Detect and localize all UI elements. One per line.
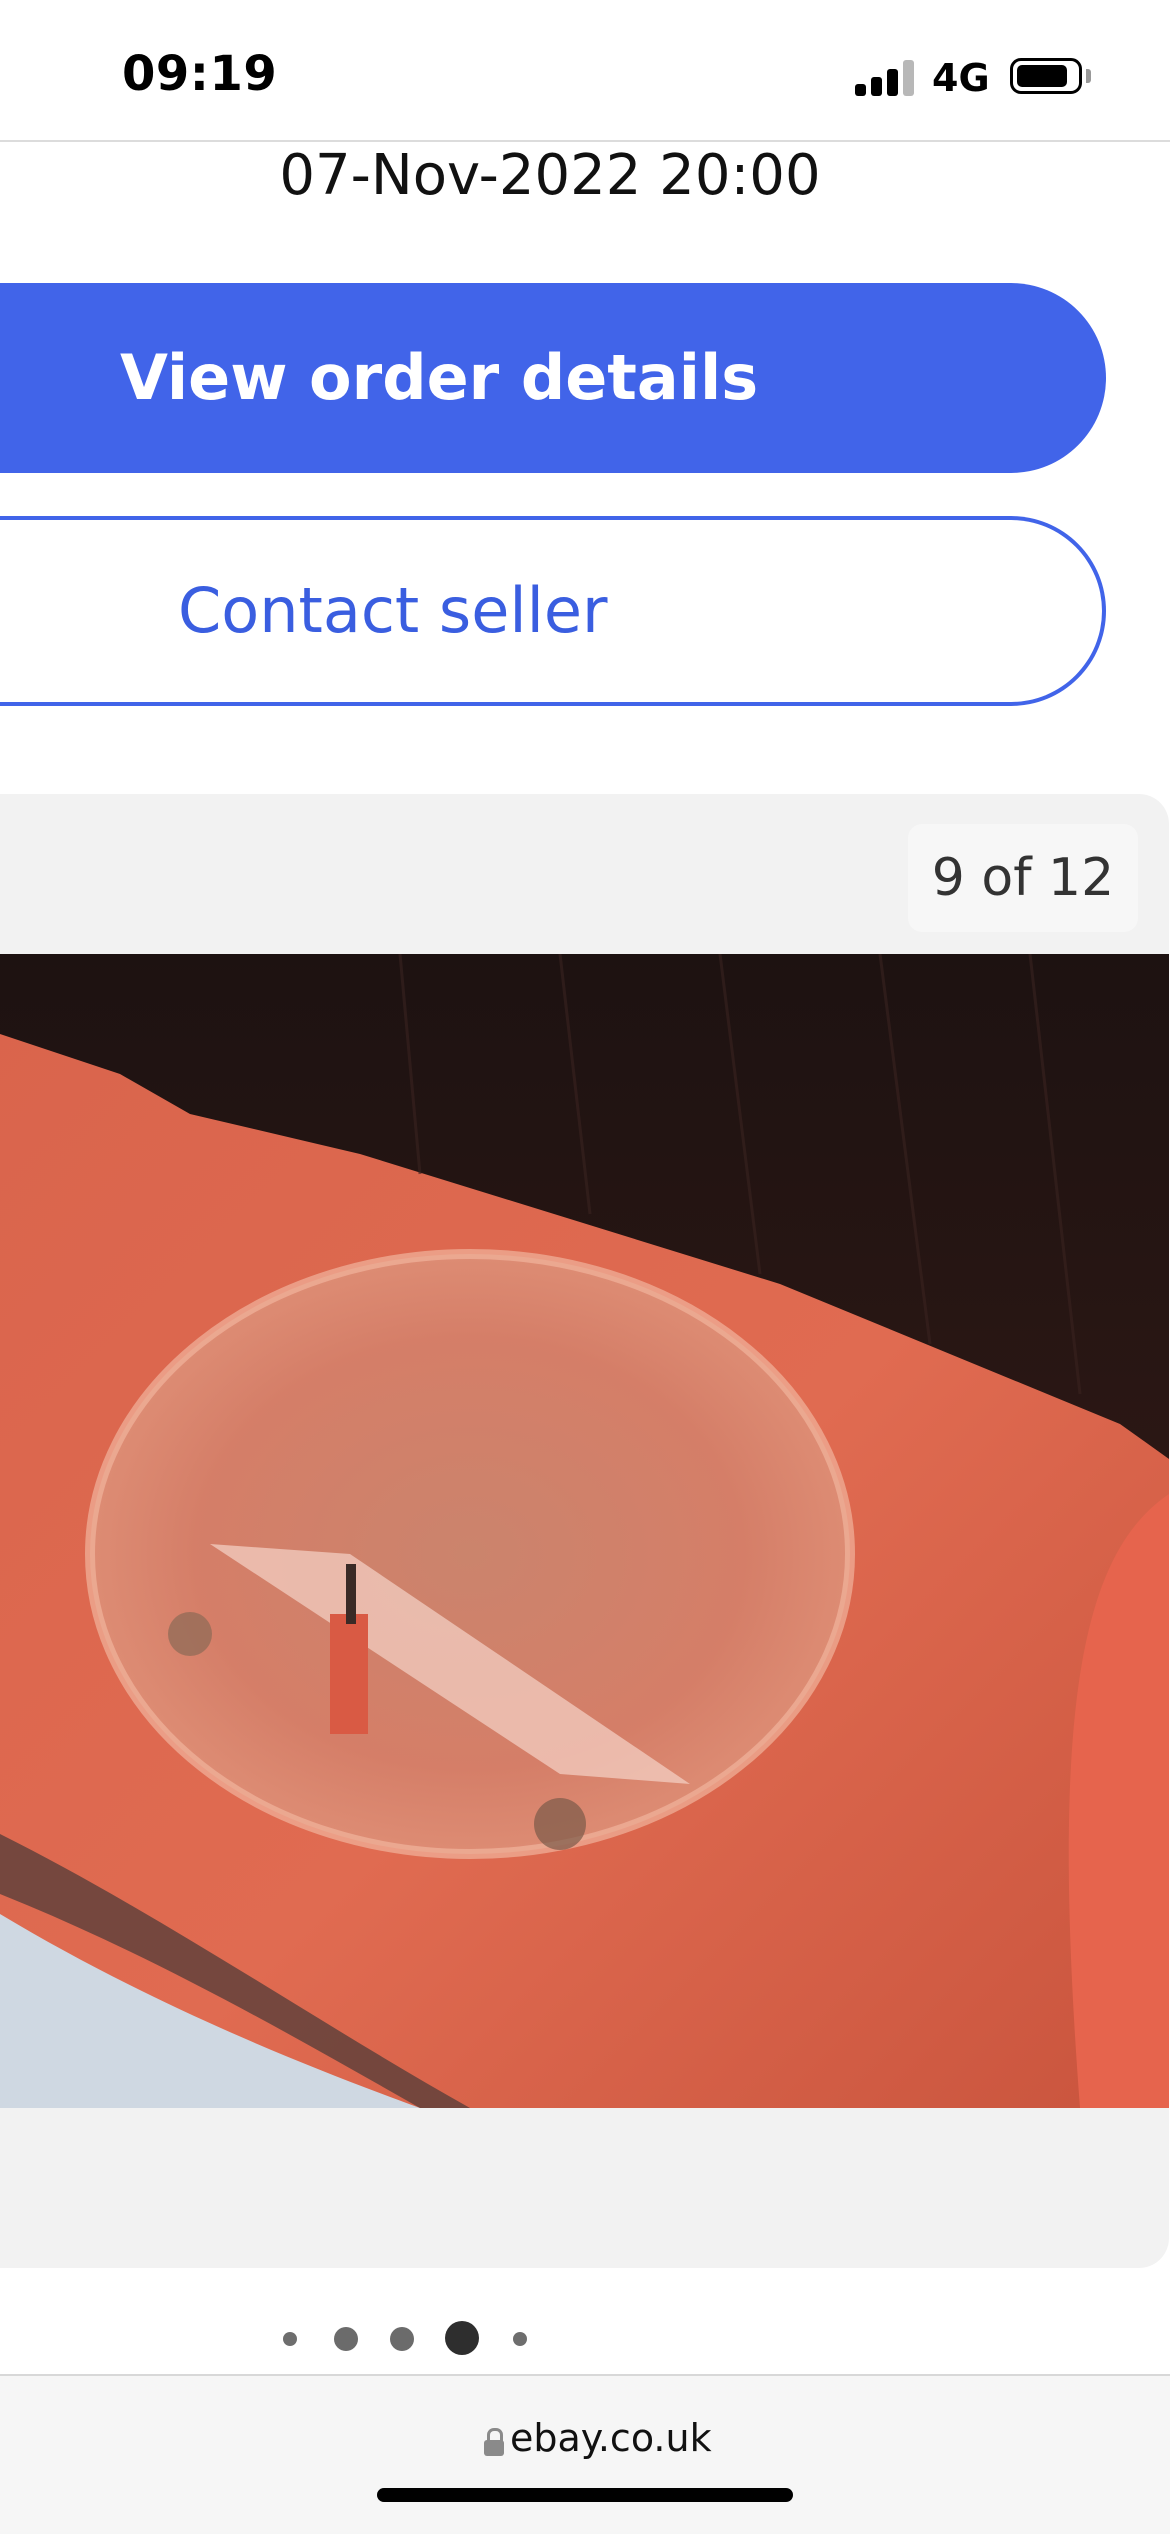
pagination-dot[interactable]	[390, 2327, 414, 2351]
view-order-details-label: View order details	[120, 341, 759, 414]
gallery-pagination[interactable]	[0, 2318, 1170, 2358]
signal-icon	[855, 58, 915, 96]
header-divider	[0, 140, 1170, 142]
pagination-dot[interactable]	[513, 2332, 527, 2346]
image-counter: 9 of 12	[908, 824, 1138, 932]
network-type: 4G	[932, 56, 990, 100]
contact-seller-label: Contact seller	[178, 574, 608, 647]
pagination-dot[interactable]	[283, 2332, 297, 2346]
url-text[interactable]: ebay.co.uk	[510, 2416, 712, 2460]
pagination-dot-active[interactable]	[445, 2321, 479, 2355]
status-bar: 09:19 4G	[0, 0, 1170, 140]
status-time: 09:19	[122, 46, 278, 102]
pagination-dot[interactable]	[334, 2327, 358, 2351]
battery-icon	[1010, 58, 1082, 94]
browser-address-bar[interactable]: ebay.co.uk	[0, 2374, 1170, 2534]
battery-cap	[1086, 69, 1091, 83]
order-date: 07-Nov-2022 20:00	[279, 143, 821, 208]
contact-seller-button[interactable]: Contact seller	[0, 516, 1106, 706]
photo-illustration	[0, 954, 1169, 2108]
lock-icon	[484, 2428, 504, 2456]
view-order-details-button[interactable]: View order details	[0, 283, 1106, 473]
gallery-photo[interactable]	[0, 954, 1169, 2108]
home-indicator[interactable]	[377, 2488, 793, 2502]
